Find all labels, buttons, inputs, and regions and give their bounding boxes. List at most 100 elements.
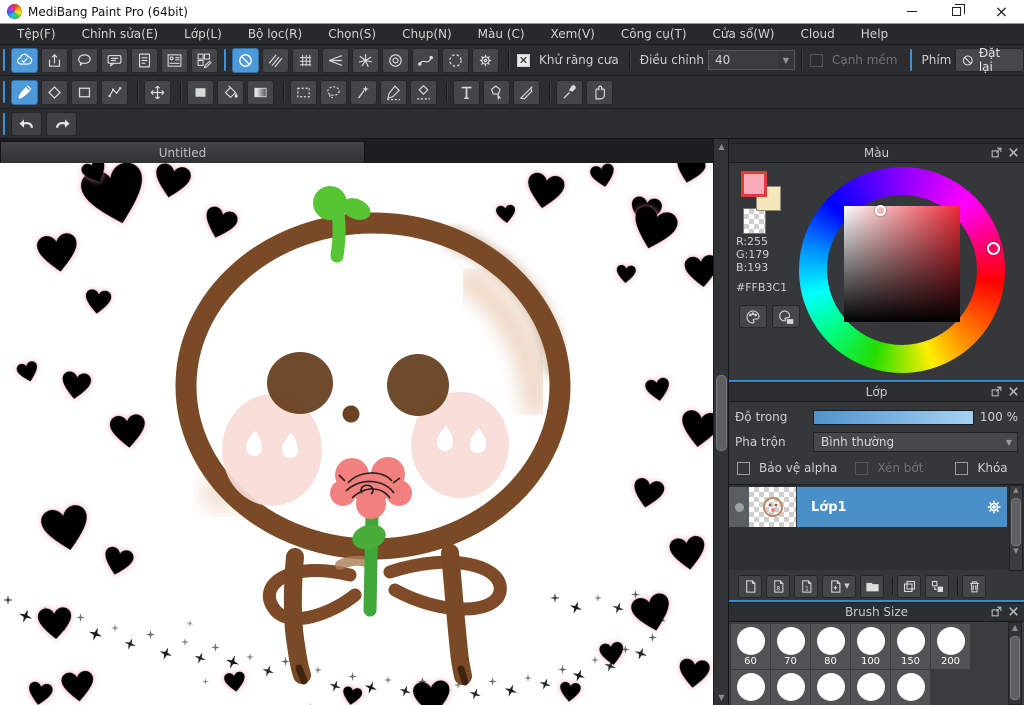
minimize-button[interactable] xyxy=(889,0,934,23)
tool-select-eraser[interactable] xyxy=(410,80,437,105)
tool-eyedropper[interactable] xyxy=(556,80,583,105)
comment-button[interactable] xyxy=(71,48,98,73)
tool-bucket[interactable] xyxy=(217,80,244,105)
snap-off-button[interactable] xyxy=(232,48,259,73)
scroll-up-icon[interactable]: ▲ xyxy=(714,139,729,154)
tool-select-pen[interactable] xyxy=(380,80,407,105)
tool-hand[interactable] xyxy=(586,80,613,105)
layer-row-selected[interactable]: Lớp1 xyxy=(729,487,1007,527)
close-button[interactable]: × xyxy=(979,0,1024,23)
visibility-toggle[interactable] xyxy=(729,487,749,527)
popout-icon[interactable] xyxy=(990,146,1003,159)
menu-item-9[interactable]: Công cụ(T) xyxy=(608,24,700,45)
tool-operation[interactable] xyxy=(483,80,510,105)
palette-button[interactable] xyxy=(739,305,767,328)
snap-radial-button[interactable] xyxy=(352,48,379,73)
canvas-scrollbar-thumb[interactable] xyxy=(716,375,727,451)
storyboard-button[interactable] xyxy=(161,48,188,73)
blend-mode-dropdown[interactable]: Bình thường ▼ xyxy=(813,432,1018,452)
brush-size-cell[interactable] xyxy=(891,670,930,705)
lock-group[interactable]: Khóa xyxy=(953,461,1011,475)
tool-lasso[interactable] xyxy=(320,80,347,105)
tool-divide[interactable] xyxy=(513,80,540,105)
brush-size-60[interactable]: 60 xyxy=(731,624,770,669)
soft-edge-checkbox[interactable] xyxy=(810,54,823,67)
brush-size-80[interactable]: 80 xyxy=(811,624,850,669)
tool-brush[interactable] xyxy=(11,80,38,105)
add-palette-button[interactable] xyxy=(772,305,800,328)
cloud-sync-button[interactable] xyxy=(11,48,38,73)
merge-layer-button[interactable] xyxy=(925,575,949,598)
close-icon[interactable] xyxy=(1007,146,1020,159)
saturation-value-square[interactable] xyxy=(844,206,960,322)
sv-selector[interactable] xyxy=(875,205,886,216)
close-icon[interactable] xyxy=(1007,605,1020,618)
brush-size-cell[interactable] xyxy=(771,670,810,705)
add-layer-menu-button[interactable]: ▼ xyxy=(822,575,856,598)
menu-item-12[interactable]: Help xyxy=(848,24,901,45)
brush-size-150[interactable]: 150 xyxy=(891,624,930,669)
new-8bit-layer-button[interactable] xyxy=(766,575,790,598)
canvas-scrollbar[interactable]: ▲ ▼ xyxy=(713,139,728,705)
menu-item-10[interactable]: Cửa sổ(W) xyxy=(700,24,788,45)
duplicate-layer-button[interactable] xyxy=(897,575,921,598)
tool-magic-wand[interactable] xyxy=(350,80,377,105)
correction-dropdown[interactable]: 40 ▼ xyxy=(708,50,795,70)
tool-eraser[interactable] xyxy=(41,80,68,105)
menu-item-8[interactable]: Xem(V) xyxy=(538,24,608,45)
opacity-slider[interactable] xyxy=(813,410,974,425)
menu-item-4[interactable]: Bộ lọc(R) xyxy=(235,24,315,45)
menu-item-2[interactable]: Chỉnh sửa(E) xyxy=(69,24,172,45)
clipping-checkbox[interactable] xyxy=(855,462,868,475)
tool-shape[interactable] xyxy=(71,80,98,105)
popout-icon[interactable] xyxy=(990,605,1003,618)
snap-settings-button[interactable] xyxy=(472,48,499,73)
undo-button[interactable] xyxy=(11,112,42,136)
antialias-checkbox[interactable]: ✕ xyxy=(517,54,530,67)
layer-list-scrollbar[interactable]: ▲ ▼ xyxy=(1009,485,1023,571)
layer-settings-button[interactable] xyxy=(981,498,1007,516)
tool-polyline[interactable] xyxy=(101,80,128,105)
snap-cross-button[interactable] xyxy=(292,48,319,73)
scroll-down-icon[interactable]: ▼ xyxy=(1010,547,1022,555)
menu-item-3[interactable]: Lớp(L) xyxy=(171,24,235,45)
brush-size-70[interactable]: 70 xyxy=(771,624,810,669)
brush-size-cell[interactable] xyxy=(731,670,770,705)
tool-select[interactable] xyxy=(290,80,317,105)
close-icon[interactable] xyxy=(1007,385,1020,398)
soft-edge-checkbox-group[interactable]: Cạnh mềm xyxy=(808,53,902,67)
tool-fill-rect[interactable] xyxy=(187,80,214,105)
brush-size-100[interactable]: 100 xyxy=(851,624,890,669)
scroll-up-icon[interactable]: ▲ xyxy=(1009,623,1021,636)
redo-button[interactable] xyxy=(46,112,77,136)
clipping-group[interactable]: Xén bớt xyxy=(853,461,927,475)
new-folder-button[interactable] xyxy=(860,575,884,598)
menu-item-11[interactable]: Cloud xyxy=(788,24,848,45)
hue-wheel[interactable] xyxy=(799,167,1005,373)
brush-size-cell[interactable] xyxy=(851,670,890,705)
document-button[interactable] xyxy=(131,48,158,73)
tool-move[interactable] xyxy=(144,80,171,105)
scrollbar-thumb[interactable] xyxy=(1010,636,1020,700)
hue-selector[interactable] xyxy=(987,242,1000,255)
menu-item-5[interactable]: Chọn(S) xyxy=(315,24,389,45)
protect-alpha-group[interactable]: Bảo vệ alpha xyxy=(735,461,841,475)
publish-button[interactable] xyxy=(41,48,68,73)
snap-parallel-button[interactable] xyxy=(262,48,289,73)
snap-ellipse-button[interactable] xyxy=(442,48,469,73)
brush-size-200[interactable]: 200 xyxy=(931,624,970,669)
reset-button[interactable]: Đặt lại xyxy=(955,48,1024,72)
scrollbar-thumb[interactable] xyxy=(1011,498,1021,546)
antialias-checkbox-group[interactable]: ✕ Khử răng cưa xyxy=(515,53,623,67)
brush-scrollbar[interactable]: ▲ xyxy=(1008,622,1022,705)
menu-item-1[interactable]: Tệp(F) xyxy=(4,24,69,45)
canvas-tab[interactable]: Untitled xyxy=(0,141,365,163)
snap-vanish-button[interactable] xyxy=(322,48,349,73)
brush-size-cell[interactable] xyxy=(811,670,850,705)
restore-button[interactable] xyxy=(934,0,979,23)
lock-checkbox[interactable] xyxy=(955,462,968,475)
foreground-color-swatch[interactable] xyxy=(741,171,767,197)
snap-curve-button[interactable] xyxy=(412,48,439,73)
message-button[interactable] xyxy=(101,48,128,73)
new-1bit-layer-button[interactable] xyxy=(794,575,818,598)
